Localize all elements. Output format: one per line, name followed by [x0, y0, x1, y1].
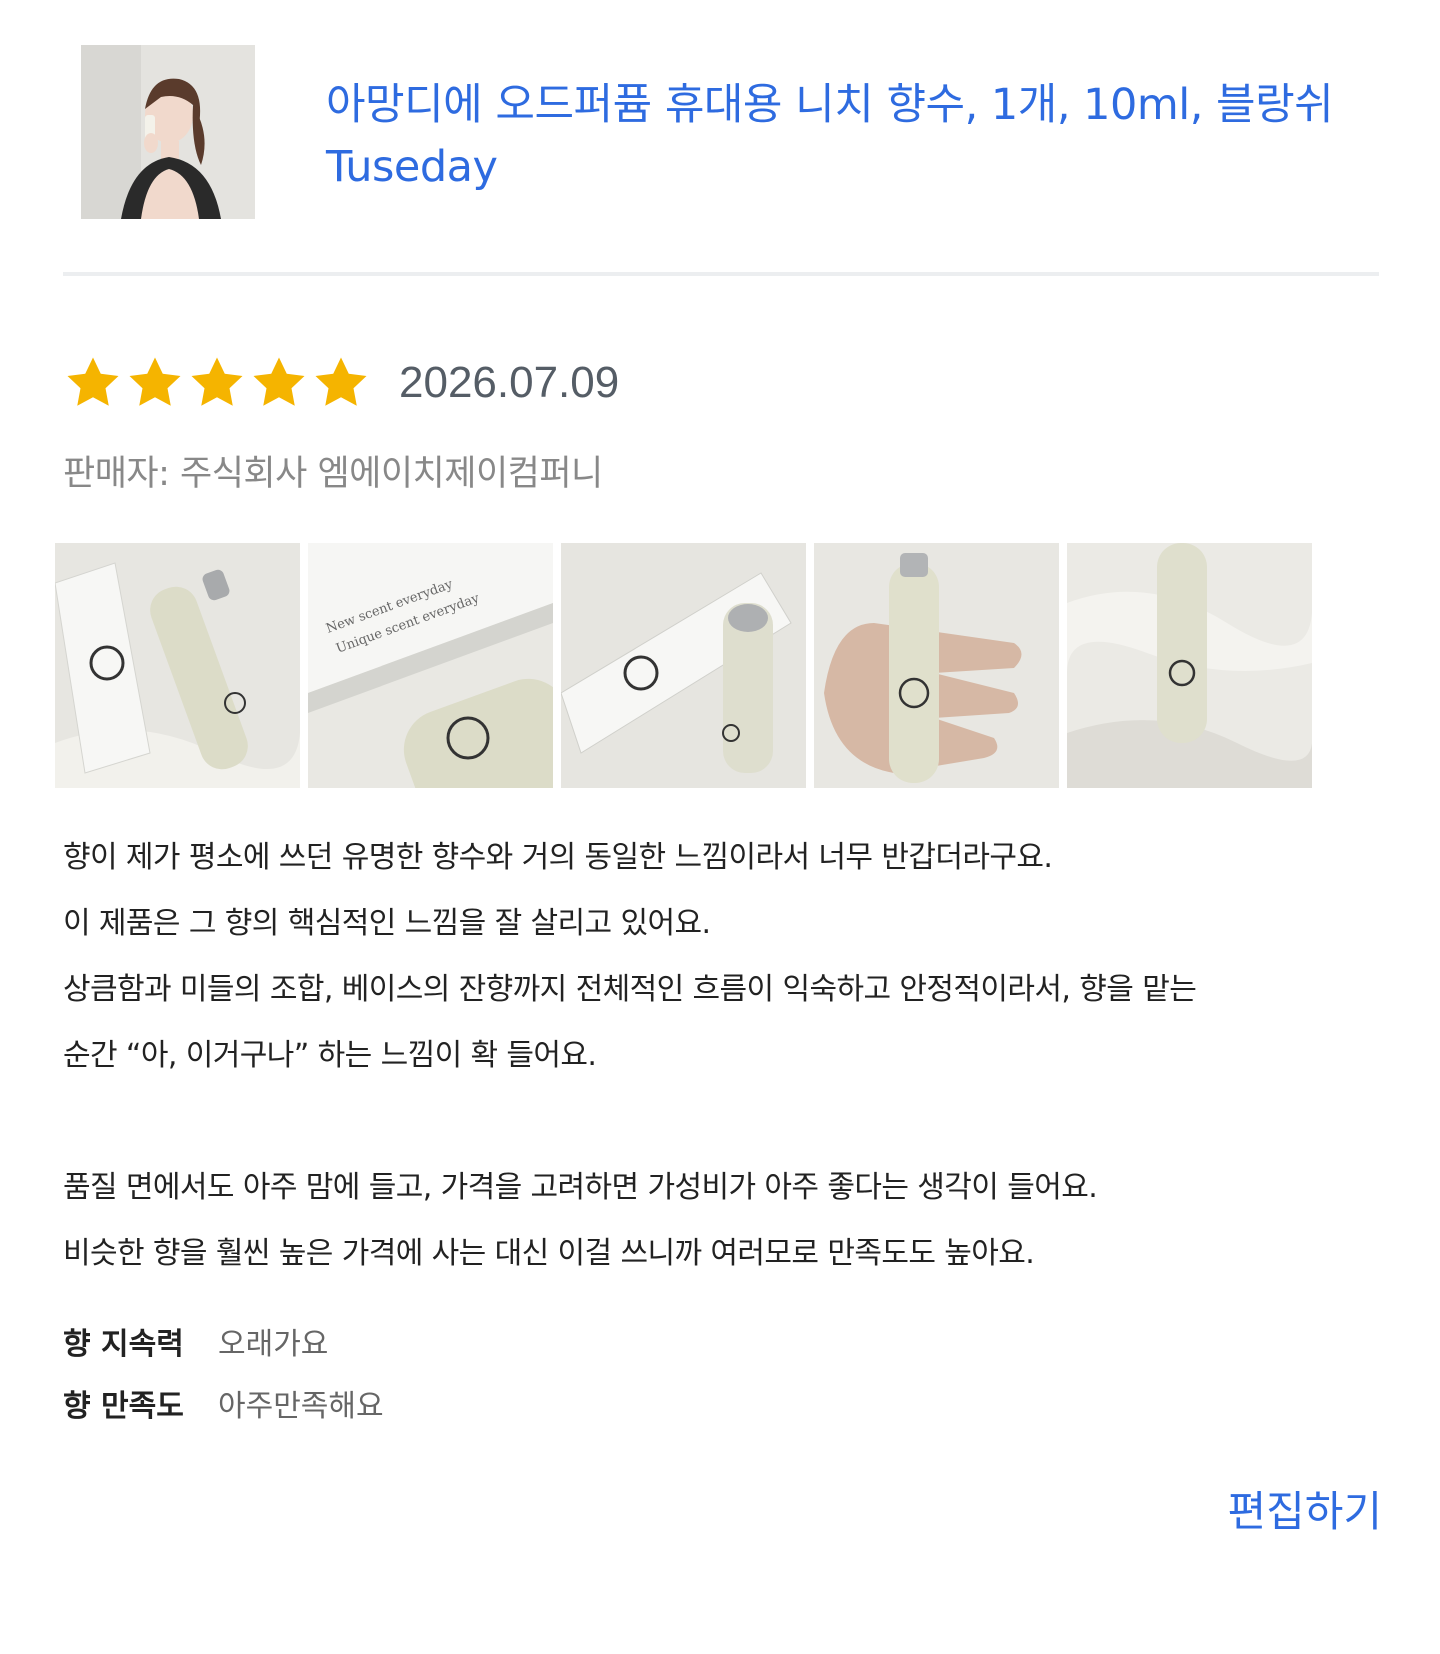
review-photo-4[interactable]: [814, 543, 1059, 788]
attribute-row: 향 지속력 오래가요: [63, 1310, 384, 1372]
review-text-line: 순간 “아, 이거구나” 하는 느낌이 확 들어요.: [63, 1038, 597, 1073]
review-date: 2026.07.09: [399, 358, 620, 407]
review-text-line: 상큼함과 미들의 조합, 베이스의 잔향까지 전체적인 흐름이 익숙하고 안정적…: [63, 972, 1197, 1007]
star-icon: [129, 357, 181, 406]
attribute-label: 향 지속력: [63, 1327, 184, 1362]
product-thumbnail[interactable]: [81, 45, 255, 219]
review-attributes: 향 지속력 오래가요 향 만족도 아주만족해요: [63, 1310, 384, 1434]
review-photo-1[interactable]: [55, 543, 300, 788]
attribute-value: 오래가요: [218, 1327, 329, 1362]
rating-row: 2026.07.09: [63, 348, 619, 418]
review-photo-3[interactable]: [561, 543, 806, 788]
review-text-line: 비슷한 향을 훨씬 높은 가격에 사는 대신 이걸 쓰니까 여러모로 만족도도 …: [63, 1236, 1035, 1271]
review-photo-2[interactable]: New scent everyday Unique scent everyday: [308, 543, 553, 788]
product-title-line1[interactable]: 아망디에 오드퍼퓸 휴대용 니치 향수, 1개, 10ml, 블랑쉬: [326, 74, 1386, 136]
star-icon: [67, 357, 119, 406]
star-rating: [63, 353, 373, 413]
product-title-link[interactable]: 아망디에 오드퍼퓸 휴대용 니치 향수, 1개, 10ml, 블랑쉬 Tused…: [326, 74, 1386, 198]
attribute-row: 향 만족도 아주만족해요: [63, 1372, 384, 1434]
review-text: 향이 제가 평소에 쓰던 유명한 향수와 거의 동일한 느낌이라서 너무 반갑더…: [63, 825, 1383, 1287]
review-photo-5[interactable]: [1067, 543, 1312, 788]
attribute-value: 아주만족해요: [218, 1389, 384, 1424]
edit-button[interactable]: 편집하기: [1227, 1478, 1382, 1539]
product-title-line2[interactable]: Tuseday: [326, 136, 1386, 198]
review-text-line: 향이 제가 평소에 쓰던 유명한 향수와 거의 동일한 느낌이라서 너무 반갑더…: [63, 840, 1053, 875]
review-text-line: 이 제품은 그 향의 핵심적인 느낌을 잘 살리고 있어요.: [63, 906, 711, 941]
star-icon: [253, 357, 305, 406]
divider: [63, 272, 1379, 276]
star-icon: [315, 357, 367, 406]
star-icon: [191, 357, 243, 406]
review-text-line: [63, 1089, 1383, 1155]
review-photos: New scent everyday Unique scent everyday: [55, 543, 1320, 788]
attribute-label: 향 만족도: [63, 1389, 184, 1424]
review-text-line: 품질 면에서도 아주 맘에 들고, 가격을 고려하면 가성비가 아주 좋다는 생…: [63, 1170, 1098, 1205]
product-header: 아망디에 오드퍼퓸 휴대용 니치 향수, 1개, 10ml, 블랑쉬 Tused…: [0, 0, 1440, 275]
product-photo-woman: [81, 45, 255, 219]
seller-name: 판매자: 주식회사 엠에이치제이컴퍼니: [63, 454, 603, 494]
